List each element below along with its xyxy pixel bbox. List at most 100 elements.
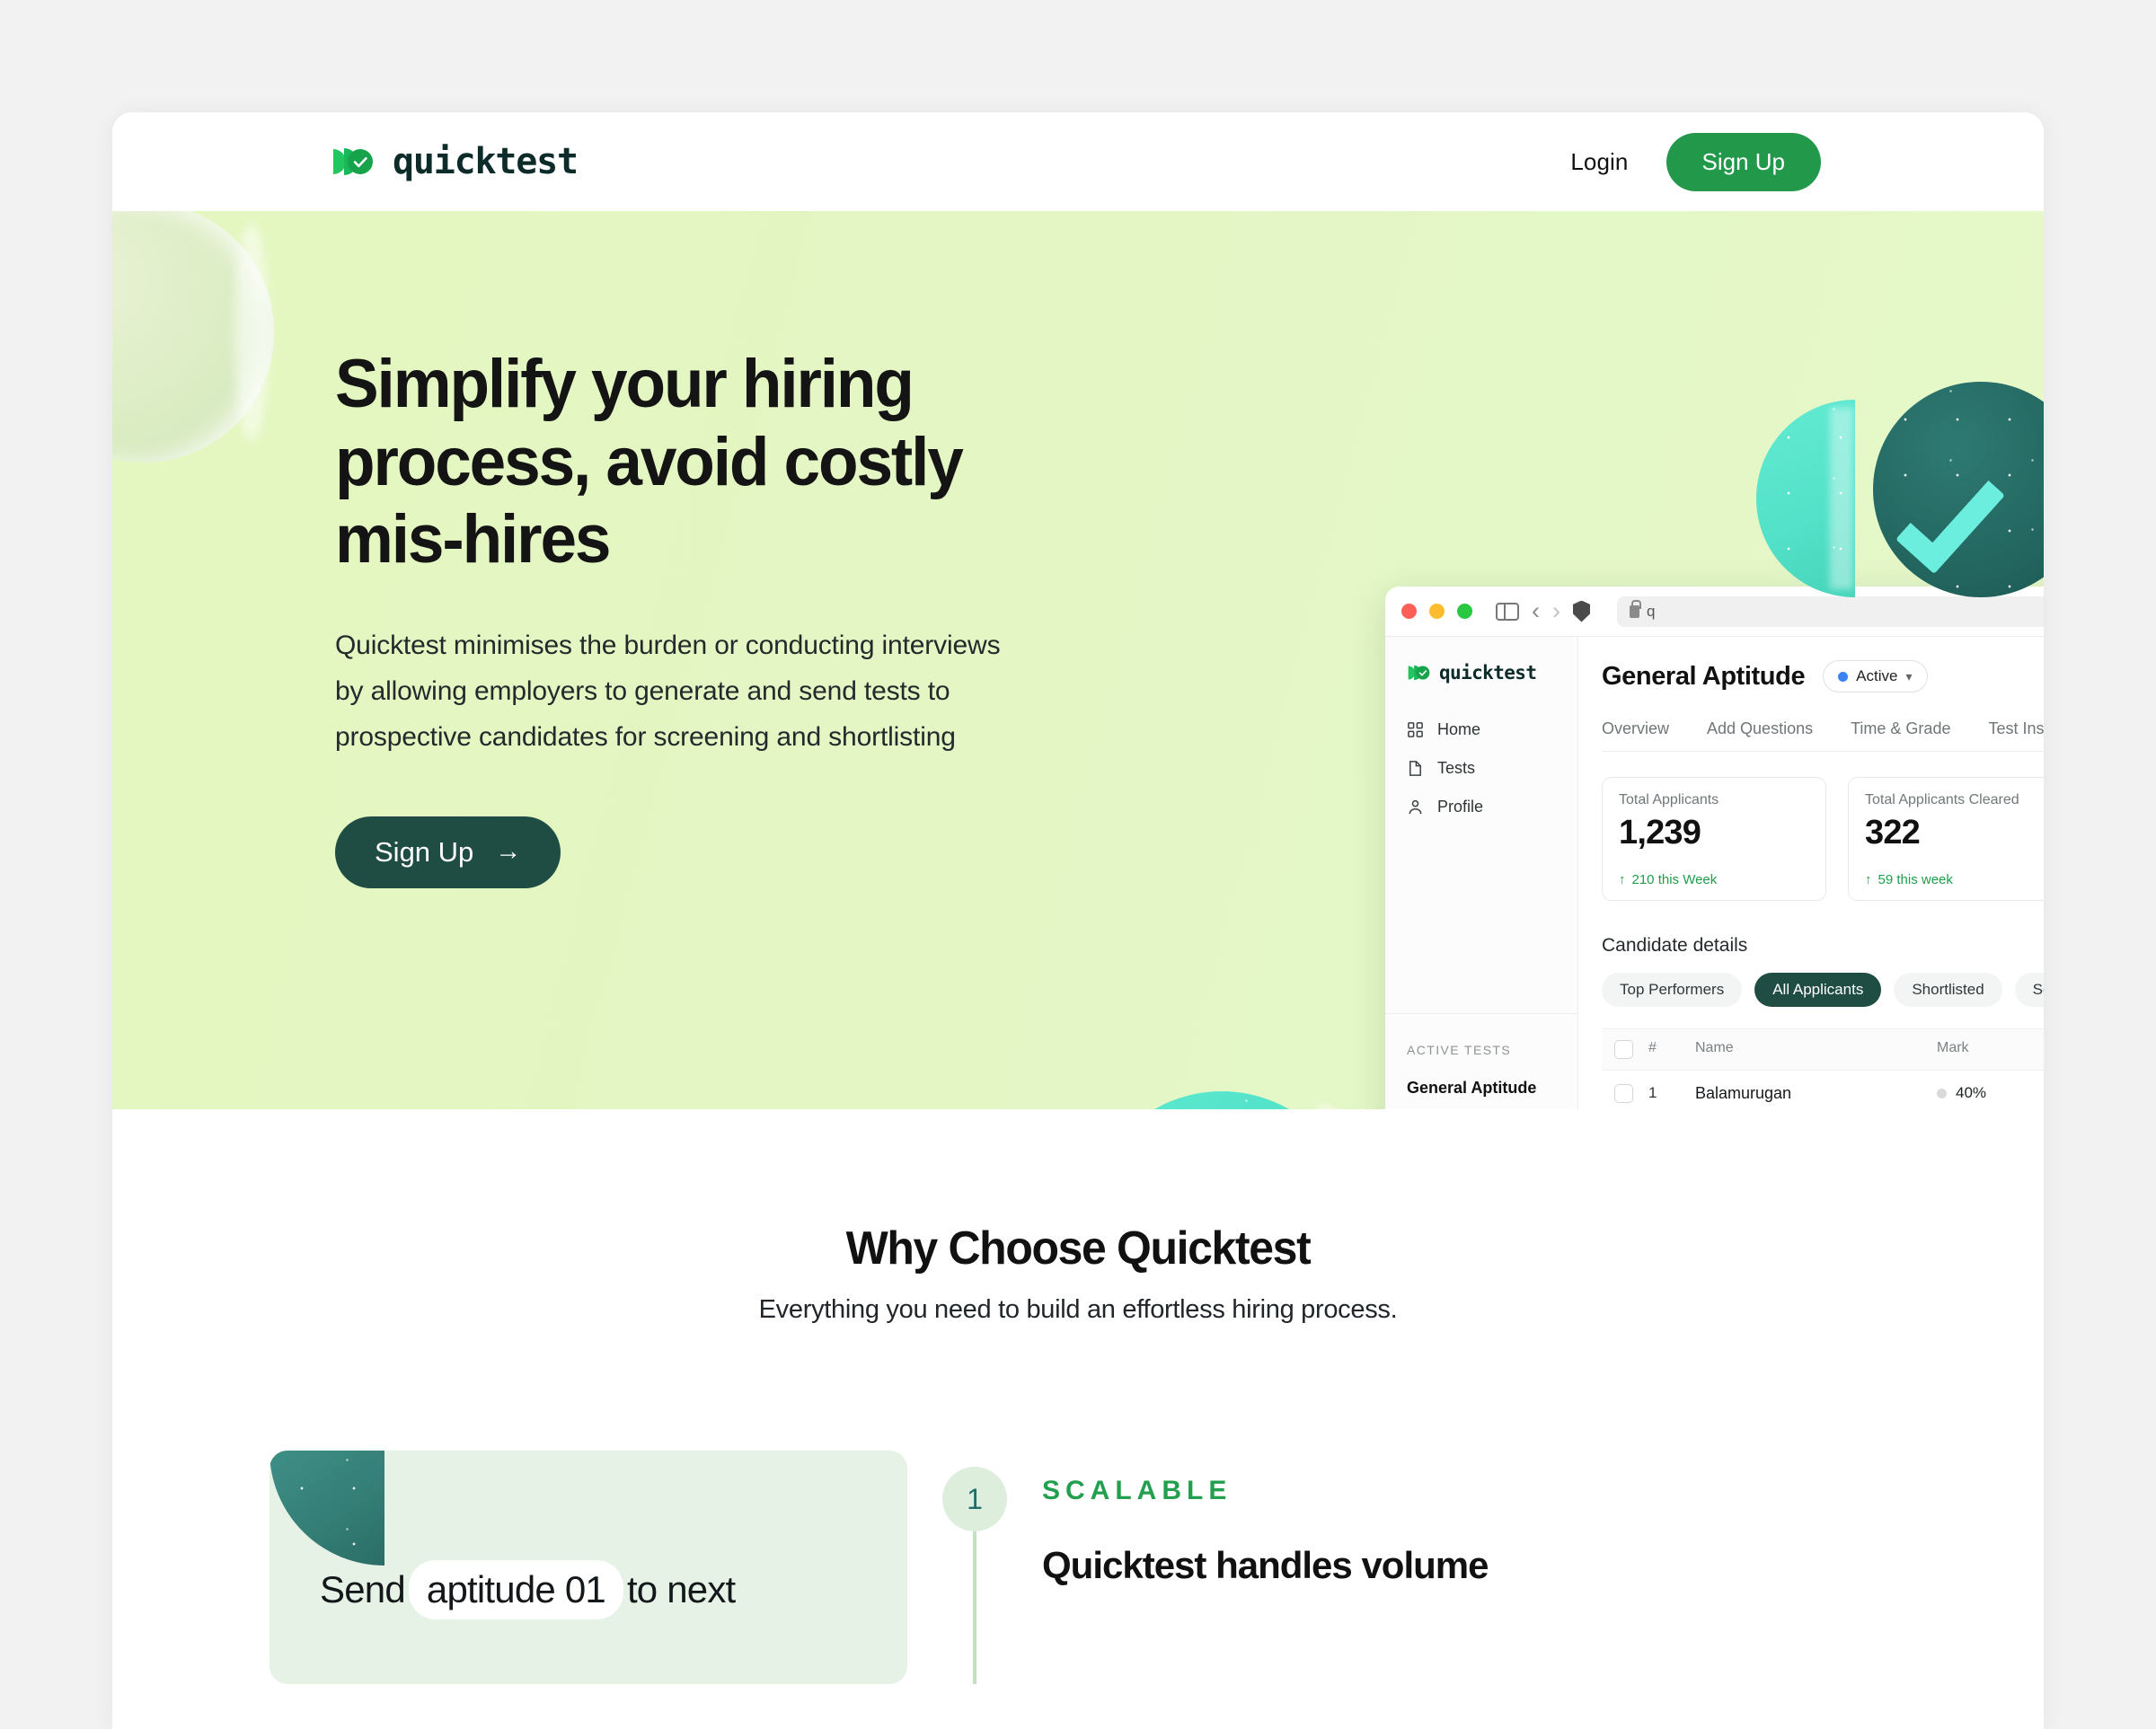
row-index: 1 bbox=[1648, 1084, 1657, 1101]
mark-status-dot-icon bbox=[1937, 1088, 1947, 1098]
steps-section: Send aptitude 01 to next 1 SCALABLE Quic… bbox=[112, 1325, 2044, 1684]
arrow-up-icon: ↑ bbox=[1865, 872, 1872, 887]
tab-test-instructions[interactable]: Test Instructions bbox=[1988, 719, 2044, 751]
sidebar-test-general-aptitude[interactable]: General Aptitude bbox=[1385, 1070, 1577, 1107]
sidebar-item-home[interactable]: Home bbox=[1385, 710, 1577, 749]
step-card-text: Send aptitude 01 to next bbox=[320, 1560, 907, 1619]
traffic-light-maximize[interactable] bbox=[1457, 604, 1472, 619]
stat-sub-label: 210 this Week bbox=[1631, 872, 1718, 887]
stat-cards: Total Applicants 1,239 ↑ 210 this Week T… bbox=[1602, 777, 2044, 901]
chevron-down-icon: ▾ bbox=[1905, 668, 1913, 684]
app-tabs: Overview Add Questions Time & Grade Test… bbox=[1602, 719, 2044, 752]
tab-time-and-grade[interactable]: Time & Grade bbox=[1851, 719, 1950, 751]
why-choose-subtitle: Everything you need to build an effortle… bbox=[758, 1295, 1398, 1324]
step-illustration-card: Send aptitude 01 to next bbox=[270, 1451, 907, 1684]
grid-icon bbox=[1407, 721, 1424, 738]
candidate-section-title: Candidate details bbox=[1602, 935, 1748, 956]
status-badge[interactable]: Active ▾ bbox=[1823, 660, 1928, 692]
filter-selected[interactable]: Selected bbox=[2014, 973, 2044, 1007]
candidate-table: # Name Mark Last salary 1 Balamurugan ba… bbox=[1602, 1028, 2044, 1109]
shield-icon bbox=[1573, 600, 1590, 622]
column-header-index: # bbox=[1648, 1040, 1657, 1055]
landing-page: quicktest Login Sign Up Simplify your hi… bbox=[112, 112, 2044, 1729]
column-header-mark: Mark bbox=[1937, 1040, 1969, 1055]
forward-arrow-icon[interactable]: › bbox=[1552, 599, 1560, 623]
sidebar-item-profile[interactable]: Profile bbox=[1385, 788, 1577, 826]
step-heading: Quicktest handles volume bbox=[1042, 1544, 1489, 1586]
url-bar[interactable]: q bbox=[1617, 595, 2044, 627]
hero-section: Simplify your hiring process, avoid cost… bbox=[112, 211, 2044, 1109]
sidebar-item-label: Tests bbox=[1437, 759, 1476, 777]
brand-logo[interactable]: quicktest bbox=[331, 141, 579, 182]
filter-all-applicants[interactable]: All Applicants bbox=[1754, 973, 1882, 1007]
table-header-row: # Name Mark Last salary bbox=[1602, 1028, 2044, 1071]
step-content: SCALABLE Quicktest handles volume bbox=[1042, 1451, 1489, 1684]
mark-value: 40% bbox=[1956, 1084, 1987, 1101]
brand-name: quicktest bbox=[393, 141, 579, 182]
hero-subtext: Quicktest minimises the burden or conduc… bbox=[335, 630, 1001, 753]
row-checkbox[interactable] bbox=[1614, 1084, 1633, 1103]
stat-sub-label: 59 this week bbox=[1878, 872, 1953, 887]
candidate-filters: Top Performers All Applicants Shortliste… bbox=[1602, 973, 2044, 1007]
user-icon bbox=[1407, 798, 1424, 816]
hero-headline: Simplify your hiring process, avoid cost… bbox=[335, 346, 964, 578]
signup-button[interactable]: Sign Up bbox=[1666, 132, 1821, 191]
stat-label: Total Applicants bbox=[1619, 792, 1719, 807]
step-connector-line bbox=[973, 1531, 976, 1684]
app-main: General Aptitude Active ▾ Overview Add Q… bbox=[1578, 637, 2044, 1109]
back-arrow-icon[interactable]: ‹ bbox=[1532, 599, 1540, 623]
logo-3d-half-circle bbox=[1756, 400, 1855, 597]
browser-chrome: ‹ › q bbox=[1385, 587, 2044, 637]
view-cv-link[interactable]: View CV bbox=[1937, 1108, 2044, 1109]
column-header-name: Name bbox=[1695, 1040, 1734, 1055]
hero-content: Simplify your hiring process, avoid cost… bbox=[112, 211, 1100, 888]
traffic-light-minimize[interactable] bbox=[1429, 604, 1445, 619]
stat-subtext: ↑ 210 this Week bbox=[1619, 872, 1809, 887]
row-select-cell bbox=[1602, 1084, 1648, 1103]
why-choose-title: Why Choose Quicktest bbox=[845, 1222, 1312, 1275]
tab-overview[interactable]: Overview bbox=[1602, 719, 1669, 751]
step-kicker: SCALABLE bbox=[1042, 1476, 1233, 1505]
step-card-suffix: to next bbox=[626, 1568, 736, 1610]
logo-3d-check-circle bbox=[1873, 382, 2044, 597]
stat-card-total-applicants-cleared: Total Applicants Cleared 322 ↑ 59 this w… bbox=[1848, 777, 2044, 901]
traffic-light-close[interactable] bbox=[1401, 604, 1417, 619]
stat-label: Total Applicants Cleared bbox=[1865, 792, 2019, 807]
sidebar-item-label: Home bbox=[1437, 720, 1481, 738]
login-button[interactable]: Login bbox=[1570, 148, 1628, 176]
app-brand-name: quicktest bbox=[1439, 662, 1537, 684]
header-actions: Login Sign Up bbox=[1570, 132, 1821, 191]
url-text: q bbox=[1647, 602, 1656, 620]
app-mockup: ‹ › q quicktest Home Tests Profile ACTIV… bbox=[1385, 587, 2044, 1109]
step-number: 1 bbox=[942, 1467, 1007, 1531]
select-all-cell bbox=[1602, 1040, 1648, 1059]
sidebar-item-tests[interactable]: Tests bbox=[1385, 749, 1577, 788]
filter-shortlisted[interactable]: Shortlisted bbox=[1894, 973, 2002, 1007]
row-mark-cell: 40% View CV bbox=[1937, 1084, 2044, 1109]
step-rail: 1 bbox=[907, 1451, 1042, 1684]
table-row[interactable]: 1 Balamurugan bala250100murugan@gmail.co… bbox=[1602, 1071, 2044, 1109]
sidebar-item-label: Profile bbox=[1437, 798, 1484, 816]
app-sidebar: quicktest Home Tests Profile ACTIVE TEST… bbox=[1385, 637, 1578, 1109]
sidebar-section-label: ACTIVE TESTS bbox=[1407, 1043, 1512, 1057]
stat-value: 322 bbox=[1865, 814, 1921, 851]
speckle-texture bbox=[1087, 1091, 1356, 1109]
filter-top-performers[interactable]: Top Performers bbox=[1602, 973, 1743, 1007]
tab-add-questions[interactable]: Add Questions bbox=[1707, 719, 1813, 751]
app-body: quicktest Home Tests Profile ACTIVE TEST… bbox=[1385, 637, 2044, 1109]
app-title-row: General Aptitude Active ▾ bbox=[1602, 660, 2044, 692]
stat-card-total-applicants: Total Applicants 1,239 ↑ 210 this Week bbox=[1602, 777, 1826, 901]
select-all-checkbox[interactable] bbox=[1614, 1040, 1633, 1059]
step-card-pill: aptitude 01 bbox=[408, 1560, 623, 1619]
sidebar-toggle-icon[interactable] bbox=[1496, 602, 1519, 621]
row-name-cell: Balamurugan bala250100murugan@gmail.com bbox=[1695, 1084, 1937, 1109]
sidebar-test-basic-math[interactable]: Basic Math bbox=[1385, 1107, 1577, 1109]
quicktest-logo-icon bbox=[1407, 664, 1431, 682]
hero-signup-button[interactable]: Sign Up → bbox=[335, 816, 561, 888]
site-header: quicktest Login Sign Up bbox=[112, 112, 2044, 211]
status-dot-icon bbox=[1838, 671, 1849, 682]
app-brand[interactable]: quicktest bbox=[1385, 662, 1577, 710]
speckle-texture bbox=[1756, 400, 1855, 597]
arrow-right-icon: → bbox=[495, 837, 522, 867]
lock-icon bbox=[1630, 599, 1641, 618]
